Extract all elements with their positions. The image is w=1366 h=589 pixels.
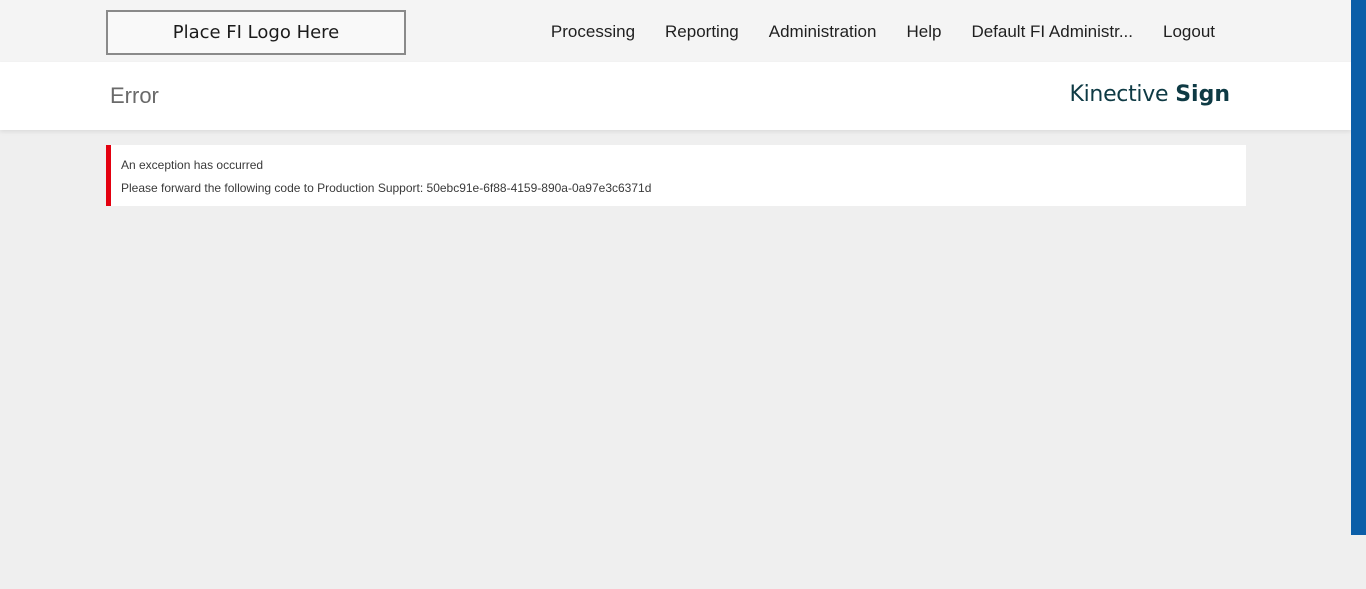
nav-help[interactable]: Help	[906, 22, 941, 42]
title-bar: Error Kinective Sign	[0, 62, 1351, 130]
error-detail: Please forward the following code to Pro…	[121, 181, 652, 195]
error-message: An exception has occurred	[121, 158, 264, 172]
brand-name-bold: Sign	[1175, 82, 1230, 107]
scrollbar[interactable]	[1351, 0, 1366, 535]
page-title: Error	[110, 83, 159, 108]
nav-logout[interactable]: Logout	[1163, 22, 1215, 42]
main-nav: Processing Reporting Administration Help…	[551, 22, 1215, 42]
nav-user-menu[interactable]: Default FI Administr...	[971, 22, 1133, 42]
nav-processing[interactable]: Processing	[551, 22, 635, 42]
top-header: Place FI Logo Here Processing Reporting …	[0, 0, 1351, 62]
brand-name-light: Kinective	[1069, 82, 1169, 107]
fi-logo-placeholder[interactable]: Place FI Logo Here	[106, 10, 406, 55]
error-alert: An exception has occurred Please forward…	[106, 145, 1246, 206]
brand-logo: Kinective Sign	[1069, 82, 1230, 107]
nav-administration[interactable]: Administration	[769, 22, 877, 42]
nav-reporting[interactable]: Reporting	[665, 22, 739, 42]
